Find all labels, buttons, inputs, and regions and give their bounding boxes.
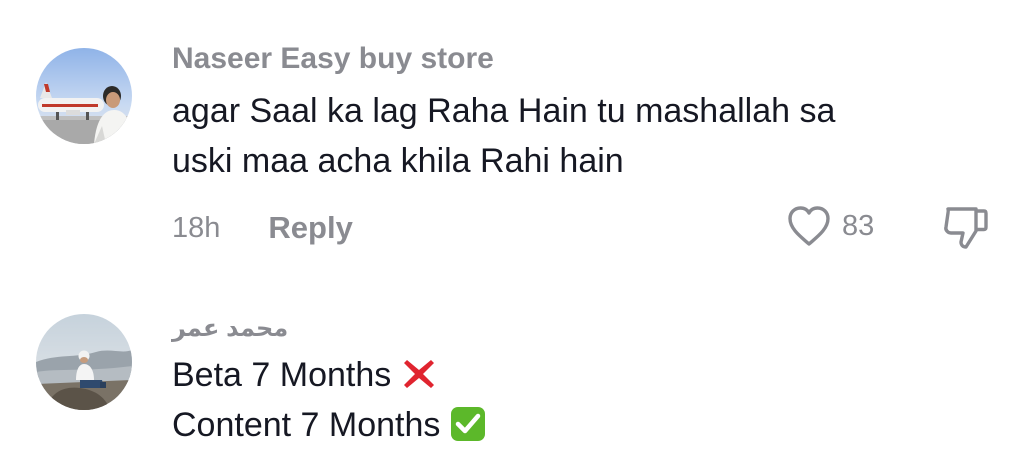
profile-photo-person-sitting-icon <box>36 314 132 410</box>
comment-text-line: Content 7 Months <box>172 400 486 450</box>
comment-text: Beta 7 Months Content 7 Months <box>172 350 486 450</box>
comment-item: محمد عمر Beta 7 Months Content 7 Months <box>0 0 1024 464</box>
avatar[interactable] <box>36 314 132 410</box>
check-mark-button-icon <box>451 407 486 441</box>
comment-text-line: Beta 7 Months <box>172 350 486 400</box>
cross-mark-icon <box>404 360 435 388</box>
comment-username[interactable]: محمد عمر <box>172 314 288 343</box>
comment-text-line-label: Content 7 Months <box>172 406 441 444</box>
comment-text-line-label: Beta 7 Months <box>172 356 392 394</box>
